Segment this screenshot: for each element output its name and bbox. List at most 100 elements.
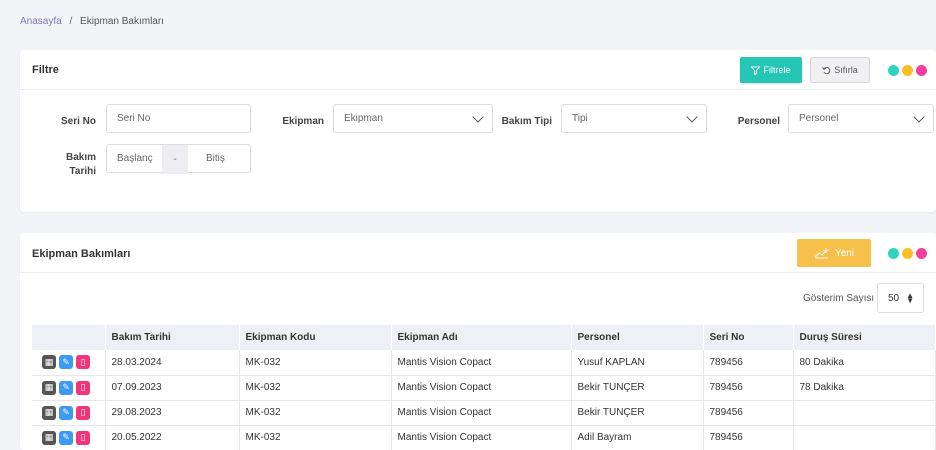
cell-name: Mantis Vision Copact <box>391 425 572 450</box>
chevron-down-icon <box>686 111 698 123</box>
personnel-select[interactable]: Personel <box>788 104 934 133</box>
cell-personnel: Bekir TUNÇER <box>571 375 704 401</box>
delete-icon[interactable]: ▯ <box>76 355 90 370</box>
chevron-down-icon <box>913 111 925 123</box>
grid-icon[interactable]: ▦ <box>42 430 56 445</box>
column-header-actions <box>32 325 106 350</box>
delete-icon[interactable]: ▯ <box>76 430 90 445</box>
date-label-line1: Bakım <box>65 152 96 163</box>
pink-dot-icon[interactable] <box>916 65 927 76</box>
cell-name: Mantis Vision Copact <box>391 350 572 376</box>
cell-date: 07.09.2023 <box>105 375 240 401</box>
date-range-input: Başlanç - Bitiş <box>106 144 251 174</box>
filter-card: Filtre Filtrele Sıfırla Seri No Seri No … <box>20 50 936 212</box>
serial-label: Seri No <box>60 116 96 127</box>
cell-personnel: Bekir TUNÇER <box>571 400 704 426</box>
table-row[interactable]: ▦ ✎ ▯ 28.03.2024 MK-032 Mantis Vision Co… <box>32 350 936 376</box>
breadcrumb: Anasayfa / Ekipman Bakımları <box>20 16 164 27</box>
serial-placeholder: Seri No <box>117 113 151 124</box>
add-icon <box>814 248 829 259</box>
funnel-icon <box>751 65 761 75</box>
maintenance-type-select[interactable]: Tipi <box>561 104 707 133</box>
reset-button-label: Sıfırla <box>834 65 858 75</box>
cell-serial: 789456 <box>703 400 794 426</box>
personnel-select-value: Personel <box>799 113 839 124</box>
date-range-separator: - <box>162 145 188 174</box>
date-end-input[interactable]: Bitiş <box>206 153 225 164</box>
list-card-header: Ekipman Bakımları Yeni <box>20 233 936 273</box>
equipment-label: Ekipman <box>282 116 324 127</box>
edit-icon[interactable]: ✎ <box>59 405 73 420</box>
chevron-down-icon <box>472 111 484 123</box>
filter-button-label: Filtrele <box>763 65 791 75</box>
cell-code: MK-032 <box>239 400 392 426</box>
teal-dot-icon[interactable] <box>888 248 899 259</box>
cell-code: MK-032 <box>239 350 392 376</box>
cell-date: 20.05.2022 <box>105 425 240 450</box>
row-actions: ▦ ✎ ▯ <box>32 400 106 426</box>
column-header-downtime[interactable]: Duruş Süresi <box>793 325 936 350</box>
sort-arrows-icon: ▲ ▼ <box>906 291 914 305</box>
date-label-line2: Tarihi <box>69 166 96 177</box>
edit-icon[interactable]: ✎ <box>59 430 73 445</box>
maintenance-type-label: Bakım Tipi <box>501 116 552 127</box>
cell-downtime <box>793 400 936 426</box>
column-header-serial[interactable]: Seri No <box>703 325 794 350</box>
maintenance-type-select-value: Tipi <box>572 113 588 124</box>
cell-date: 28.03.2024 <box>105 350 240 376</box>
yellow-dot-icon[interactable] <box>902 248 913 259</box>
card-color-dots <box>888 65 927 76</box>
cell-name: Mantis Vision Copact <box>391 400 572 426</box>
cell-downtime: 80 Dakika <box>793 350 936 376</box>
filter-button[interactable]: Filtrele <box>740 57 802 83</box>
teal-dot-icon[interactable] <box>888 65 899 76</box>
cell-serial: 789456 <box>703 350 794 376</box>
date-label: Bakım Tarihi <box>50 151 96 179</box>
edit-icon[interactable]: ✎ <box>59 380 73 395</box>
cell-personnel: Adil Bayram <box>571 425 704 450</box>
grid-icon[interactable]: ▦ <box>42 355 56 370</box>
maintenance-table: Bakım Tarihi Ekipman Kodu Ekipman Adı Pe… <box>32 325 936 450</box>
equipment-select-value: Ekipman <box>344 113 383 124</box>
column-header-code[interactable]: Ekipman Kodu <box>239 325 392 350</box>
card-color-dots <box>888 248 927 259</box>
filter-card-header: Filtre Filtrele Sıfırla <box>20 50 936 90</box>
cell-code: MK-032 <box>239 375 392 401</box>
page-size-select[interactable]: 50 ▲ ▼ <box>877 283 924 313</box>
reset-button[interactable]: Sıfırla <box>810 57 870 83</box>
grid-icon[interactable]: ▦ <box>42 380 56 395</box>
page-size-value: 50 <box>888 292 900 304</box>
column-header-personnel[interactable]: Personel <box>571 325 704 350</box>
table-row[interactable]: ▦ ✎ ▯ 20.05.2022 MK-032 Mantis Vision Co… <box>32 425 936 450</box>
table-header-row: Bakım Tarihi Ekipman Kodu Ekipman Adı Pe… <box>32 325 936 350</box>
cell-serial: 789456 <box>703 425 794 450</box>
edit-icon[interactable]: ✎ <box>59 355 73 370</box>
pink-dot-icon[interactable] <box>916 248 927 259</box>
filter-card-title: Filtre <box>32 64 59 76</box>
breadcrumb-separator: / <box>69 16 73 27</box>
equipment-select[interactable]: Ekipman <box>333 104 493 133</box>
personnel-label: Personel <box>737 116 780 127</box>
row-actions: ▦ ✎ ▯ <box>32 375 106 401</box>
cell-downtime <box>793 425 936 450</box>
column-header-name[interactable]: Ekipman Adı <box>391 325 572 350</box>
page-size-label: Gösterim Sayısı <box>803 293 875 304</box>
new-button[interactable]: Yeni <box>797 239 871 267</box>
table-row[interactable]: ▦ ✎ ▯ 07.09.2023 MK-032 Mantis Vision Co… <box>32 375 936 401</box>
delete-icon[interactable]: ▯ <box>76 380 90 395</box>
grid-icon[interactable]: ▦ <box>42 405 56 420</box>
equipment-maintenance-card: Ekipman Bakımları Yeni Gösterim Sayısı 5… <box>20 233 936 450</box>
yellow-dot-icon[interactable] <box>902 65 913 76</box>
undo-icon <box>822 66 831 74</box>
cell-serial: 789456 <box>703 375 794 401</box>
cell-name: Mantis Vision Copact <box>391 375 572 401</box>
cell-date: 29.08.2023 <box>105 400 240 426</box>
table-row[interactable]: ▦ ✎ ▯ 29.08.2023 MK-032 Mantis Vision Co… <box>32 400 936 426</box>
breadcrumb-home-link[interactable]: Anasayfa <box>20 16 62 27</box>
new-button-label: Yeni <box>834 247 855 259</box>
serial-input[interactable]: Seri No <box>106 104 251 133</box>
column-header-date[interactable]: Bakım Tarihi <box>105 325 240 350</box>
cell-personnel: Yusuf KAPLAN <box>571 350 704 376</box>
delete-icon[interactable]: ▯ <box>76 405 90 420</box>
date-start-input[interactable]: Başlanç <box>117 153 153 164</box>
